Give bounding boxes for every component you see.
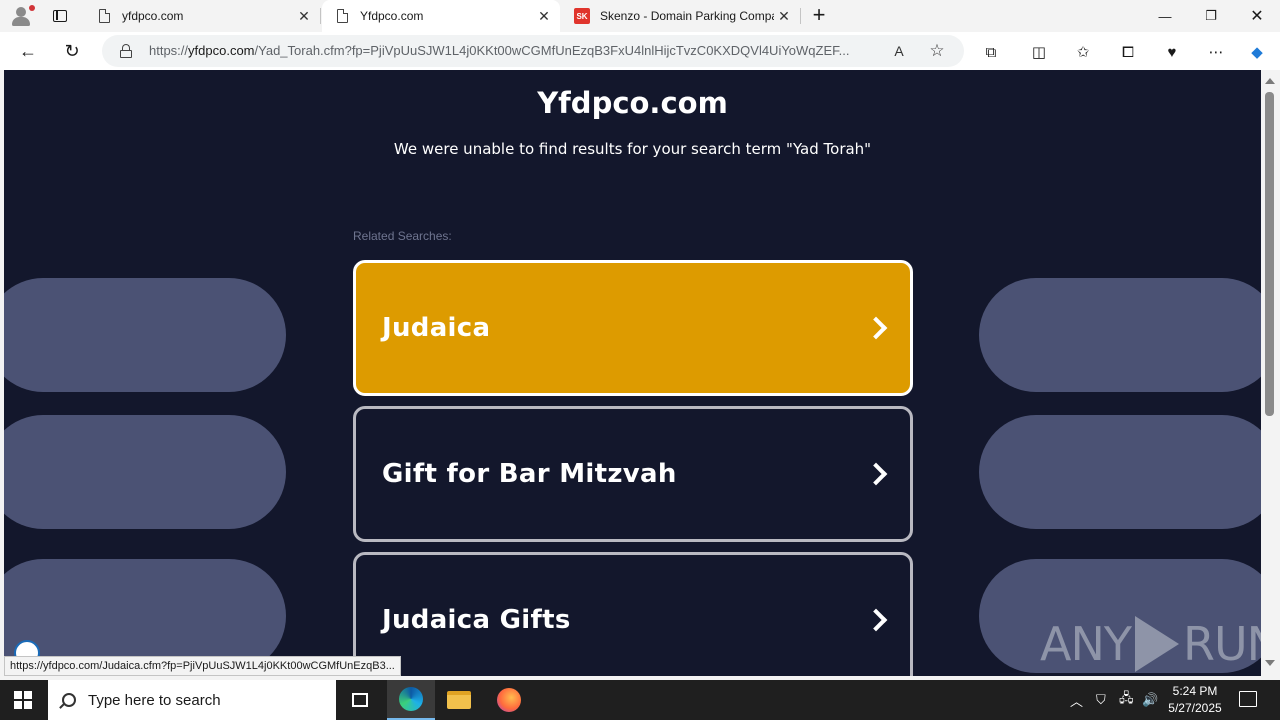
chevron-right-icon <box>864 462 888 486</box>
notifications-icon[interactable] <box>1239 691 1257 707</box>
profile-icon[interactable] <box>8 4 35 28</box>
task-view-icon[interactable] <box>336 680 384 720</box>
chevron-right-icon <box>864 316 888 340</box>
security-tray-icon[interactable]: ⛉ <box>1096 680 1106 720</box>
network-icon[interactable]: 🖧 <box>1119 680 1134 720</box>
page-content: Yfdpco.com We were unable to find result… <box>4 70 1261 676</box>
favorite-star-icon[interactable]: ☆ <box>926 41 948 61</box>
address-bar[interactable]: https://yfdpco.com/Yad_Torah.cfm?fp=PjiV… <box>102 35 964 67</box>
search-icon <box>62 693 76 707</box>
minimize-icon[interactable]: — <box>1142 0 1188 32</box>
search-placeholder: Type here to search <box>88 691 221 709</box>
new-tab-icon[interactable]: + <box>808 4 830 28</box>
taskbar: Type here to search ︿ ⛉ 🖧 🔊 5:24 PM 5/27… <box>0 680 1280 720</box>
anyrun-watermark: ANYRUN <box>1040 616 1261 672</box>
more-options-icon[interactable]: ⋯ <box>1205 41 1227 63</box>
page-scrollbar[interactable] <box>1261 70 1280 676</box>
volume-icon[interactable]: 🔊 <box>1142 680 1158 720</box>
firefox-icon[interactable] <box>485 680 533 720</box>
tab-actions-icon[interactable] <box>50 6 70 26</box>
decorative-pill <box>4 415 286 529</box>
file-explorer-icon[interactable] <box>435 680 483 720</box>
split-screen-icon[interactable]: ◫ <box>1028 41 1050 63</box>
search-result-label: Gift for Bar Mitzvah <box>382 459 677 489</box>
search-result-label: Judaica Gifts <box>382 605 571 635</box>
extensions-icon[interactable]: ⧉ <box>980 41 1002 63</box>
close-tab-icon[interactable]: ✕ <box>294 6 314 26</box>
read-aloud-icon[interactable]: A <box>888 41 910 61</box>
close-tab-icon[interactable]: ✕ <box>774 6 794 26</box>
play-icon <box>1134 616 1179 672</box>
windows-start-icon[interactable] <box>14 691 32 709</box>
back-icon[interactable]: ← <box>14 38 42 64</box>
copilot-icon[interactable]: ◆ <box>1246 41 1268 63</box>
browser-essentials-icon[interactable]: ♥ <box>1161 41 1183 63</box>
document-icon <box>96 8 112 24</box>
close-window-icon[interactable]: ✕ <box>1234 0 1280 32</box>
tab-title: yfdpco.com <box>122 9 184 23</box>
document-icon <box>334 8 350 24</box>
favorites-icon[interactable]: ✩ <box>1072 41 1094 63</box>
refresh-icon[interactable]: ↻ <box>58 38 86 64</box>
tab-yfdpco[interactable]: yfdpco.com ✕ <box>84 0 320 32</box>
tab-title: Skenzo - Domain Parking Compa <box>600 9 774 23</box>
scroll-down-icon[interactable] <box>1265 660 1275 666</box>
search-result-judaica[interactable]: Judaica <box>353 260 913 396</box>
scroll-up-icon[interactable] <box>1265 78 1275 84</box>
scrollbar-thumb[interactable] <box>1265 92 1274 416</box>
chevron-right-icon <box>864 608 888 632</box>
search-result-judaica-gifts[interactable]: Judaica Gifts <box>353 552 913 676</box>
close-tab-icon[interactable]: ✕ <box>534 6 554 26</box>
decorative-pill <box>979 415 1261 529</box>
skenzo-icon: SK <box>574 8 590 24</box>
lock-icon[interactable] <box>120 44 132 58</box>
search-result-label: Judaica <box>382 313 491 343</box>
search-result-gift-for-bar-mitzvah[interactable]: Gift for Bar Mitzvah <box>353 406 913 542</box>
tab-title: Yfdpco.com <box>360 9 424 23</box>
status-bar-url: https://yfdpco.com/Judaica.cfm?fp=PjiVpU… <box>4 656 401 676</box>
restore-icon[interactable]: ❐ <box>1188 0 1234 32</box>
collections-icon[interactable]: ⧠ <box>1117 41 1139 63</box>
tab-bar: yfdpco.com ✕ Yfdpco.com ✕ SK Skenzo - Do… <box>0 0 1280 32</box>
show-hidden-icons-icon[interactable]: ︿ <box>1070 680 1083 720</box>
taskbar-search[interactable]: Type here to search <box>48 680 336 720</box>
edge-taskbar-icon[interactable] <box>387 680 435 720</box>
no-results-message: We were unable to find results for your … <box>393 140 872 158</box>
page-title: Yfdpco.com <box>537 86 728 120</box>
url-text[interactable]: https://yfdpco.com/Yad_Torah.cfm?fp=PjiV… <box>149 43 879 58</box>
decorative-pill <box>4 278 286 392</box>
related-searches-label: Related Searches: <box>353 229 452 243</box>
decorative-pill <box>979 278 1261 392</box>
navigation-bar: ← ↻ https://yfdpco.com/Yad_Torah.cfm?fp=… <box>0 32 1280 70</box>
tab-yfdpco-active[interactable]: Yfdpco.com ✕ <box>322 0 560 32</box>
system-clock[interactable]: 5:24 PM 5/27/2025 <box>1160 683 1230 717</box>
clock-date: 5/27/2025 <box>1168 701 1222 715</box>
tab-skenzo[interactable]: SK Skenzo - Domain Parking Compa ✕ <box>562 0 800 32</box>
clock-time: 5:24 PM <box>1172 684 1218 698</box>
